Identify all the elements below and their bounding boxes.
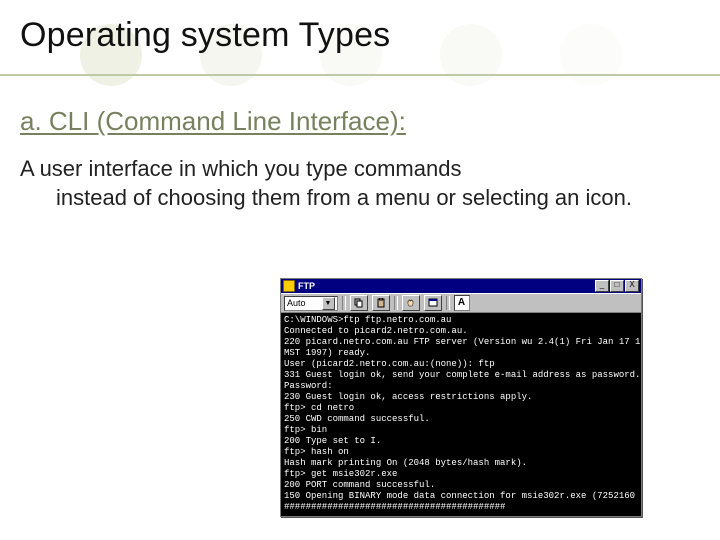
paste-icon xyxy=(376,298,386,308)
font-size-value: Auto xyxy=(287,298,306,308)
ftp-window: FTP _ □ X Auto ▼ A C:\WINDOWS>ftp ftp.ne… xyxy=(280,278,642,517)
font-button[interactable]: A xyxy=(454,295,470,311)
toolbar-separator xyxy=(342,296,346,310)
slide-body-text: A user interface in which you type comma… xyxy=(20,154,660,212)
chevron-down-icon: ▼ xyxy=(322,297,335,310)
slide-subheading: a. CLI (Command Line Interface): xyxy=(20,106,406,137)
paste-button[interactable] xyxy=(372,295,390,311)
toolbar-separator xyxy=(394,296,398,310)
font-size-dropdown[interactable]: Auto ▼ xyxy=(284,296,338,311)
slide-title: Operating system Types xyxy=(20,16,390,55)
ftp-toolbar: Auto ▼ A xyxy=(281,293,641,313)
close-button[interactable]: X xyxy=(625,280,639,292)
hand-icon xyxy=(406,298,416,308)
background-button[interactable] xyxy=(424,295,442,311)
ftp-app-icon xyxy=(283,280,295,292)
toolbar-separator xyxy=(446,296,450,310)
title-underline xyxy=(0,74,720,76)
ftp-terminal-output[interactable]: C:\WINDOWS>ftp ftp.netro.com.au Connecte… xyxy=(281,313,641,516)
ftp-window-title: FTP xyxy=(298,281,315,291)
minimize-button[interactable]: _ xyxy=(595,280,609,292)
body-text-line-1: A user interface in which you type comma… xyxy=(20,156,461,181)
maximize-button[interactable]: □ xyxy=(610,280,624,292)
body-text-continuation: instead of choosing them from a menu or … xyxy=(20,183,660,212)
copy-icon xyxy=(354,298,364,308)
window-icon xyxy=(428,298,438,308)
ftp-titlebar[interactable]: FTP _ □ X xyxy=(281,279,641,293)
properties-button[interactable] xyxy=(402,295,420,311)
copy-button[interactable] xyxy=(350,295,368,311)
